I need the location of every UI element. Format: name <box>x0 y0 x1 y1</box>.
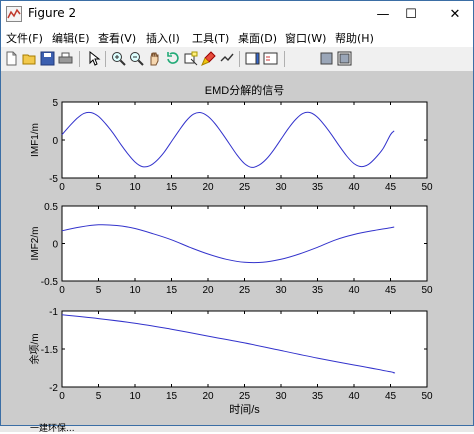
x-tick-label: 25 <box>239 285 251 296</box>
y-axis-label: 余项/m <box>28 333 41 364</box>
emd-plot-svg[interactable]: 0 5 10 15 20 25 30 35 40 45 50-505IMF1/mEMD分解的信号0 5… <box>1 71 473 425</box>
print-icon[interactable] <box>58 51 73 66</box>
zoom-in-icon[interactable] <box>111 51 126 66</box>
toolbar-separator <box>284 51 285 67</box>
x-tick-label: 45 <box>385 391 397 402</box>
save-icon[interactable] <box>40 51 55 66</box>
x-tick-label: 40 <box>348 182 360 193</box>
y-tick-label: 5 <box>52 98 58 109</box>
axes-1 <box>61 101 428 179</box>
x-tick-label: 10 <box>129 391 141 402</box>
x-tick-label: 30 <box>275 285 287 296</box>
title-bar[interactable]: Figure 2 — ☐ ✕ <box>1 1 473 27</box>
y-tick-label: 0 <box>52 240 58 251</box>
menu-tools[interactable]: 工具(T) <box>192 30 229 46</box>
y-tick-label: -0.5 <box>41 277 59 288</box>
hide-plot-tools-icon[interactable] <box>319 51 334 66</box>
x-tick-label: 5 <box>96 285 102 296</box>
x-tick-label: 30 <box>275 182 287 193</box>
x-tick-label: 5 <box>96 391 102 402</box>
x-tick-label: 50 <box>421 285 433 296</box>
pan-hand-icon[interactable] <box>147 51 162 66</box>
figure-canvas: 0 5 10 15 20 25 30 35 40 45 50 -5 0 5 IMF1/m EMD分解的信号 0 5… <box>1 71 473 425</box>
y-axis-label: IMF1/m <box>30 123 41 157</box>
y-tick-label: -5 <box>49 174 58 185</box>
toolbar-separator <box>105 51 106 67</box>
insert-legend-icon[interactable] <box>263 51 278 66</box>
edit-plot-arrow-icon[interactable] <box>86 51 101 66</box>
insert-colorbar-icon[interactable] <box>245 51 260 66</box>
menu-view[interactable]: 查看(V) <box>98 30 136 46</box>
menu-desktop[interactable]: 桌面(D) <box>238 30 277 46</box>
axes-2 <box>61 205 428 282</box>
matlab-figure-icon <box>6 6 22 22</box>
taskbar-strip: 一建环保... <box>0 424 474 434</box>
y-tick-label: -1.5 <box>41 345 59 356</box>
y-tick-label: -2 <box>49 383 58 394</box>
maximize-button[interactable]: ☐ <box>393 1 429 27</box>
x-tick-label: 15 <box>166 285 178 296</box>
chart-title: EMD分解的信号 <box>205 83 284 97</box>
taskbar-item[interactable]: 一建环保... <box>30 421 75 434</box>
x-tick-label: 50 <box>421 182 433 193</box>
x-tick-label: 15 <box>166 391 178 402</box>
x-tick-label: 0 <box>59 182 65 193</box>
data-cursor-icon[interactable] <box>183 51 198 66</box>
y-tick-label: -1 <box>49 307 58 318</box>
open-file-icon[interactable] <box>22 51 37 66</box>
brush-icon[interactable] <box>201 51 216 66</box>
x-tick-label: 45 <box>385 285 397 296</box>
x-tick-label: 40 <box>348 391 360 402</box>
rotate-3d-icon[interactable] <box>165 51 180 66</box>
zoom-out-icon[interactable] <box>129 51 144 66</box>
x-tick-label: 5 <box>96 182 102 193</box>
x-tick-label: 25 <box>239 182 251 193</box>
show-plot-tools-icon[interactable] <box>337 51 352 66</box>
x-axis-label: 时间/s <box>229 403 260 416</box>
x-tick-label: 35 <box>312 391 324 402</box>
window-title: Figure 2 <box>28 6 77 20</box>
y-axis-label: IMF2/m <box>30 227 41 261</box>
menu-edit[interactable]: 编辑(E) <box>52 30 90 46</box>
toolbar-separator <box>79 51 80 67</box>
menu-help[interactable]: 帮助(H) <box>335 30 374 46</box>
menu-insert[interactable]: 插入(I) <box>146 30 180 46</box>
axes-3 <box>61 310 428 388</box>
x-tick-label: 45 <box>385 182 397 193</box>
menu-window[interactable]: 窗口(W) <box>285 30 326 46</box>
menu-file[interactable]: 文件(F) <box>6 30 43 46</box>
x-tick-label: 10 <box>129 285 141 296</box>
close-button[interactable]: ✕ <box>437 1 473 27</box>
new-figure-icon[interactable] <box>4 51 19 66</box>
x-tick-label: 0 <box>59 391 65 402</box>
figure-window: Figure 2 — ☐ ✕ 文件(F) 编辑(E) 查看(V) 插入(I) 工… <box>0 0 474 426</box>
figure-toolbar <box>1 47 473 72</box>
x-tick-label: 20 <box>202 182 214 193</box>
x-tick-label: 25 <box>239 391 251 402</box>
x-tick-label: 15 <box>166 182 178 193</box>
x-tick-label: 35 <box>312 285 324 296</box>
x-tick-label: 30 <box>275 391 287 402</box>
x-tick-label: 35 <box>312 182 324 193</box>
x-tick-label: 20 <box>202 391 214 402</box>
toolbar-separator <box>239 51 240 67</box>
x-tick-label: 50 <box>421 391 433 402</box>
x-tick-label: 0 <box>59 285 65 296</box>
menu-bar: 文件(F) 编辑(E) 查看(V) 插入(I) 工具(T) 桌面(D) 窗口(W… <box>1 27 473 47</box>
y-tick-label: 0 <box>52 136 58 147</box>
x-tick-label: 10 <box>129 182 141 193</box>
y-tick-label: 0.5 <box>44 202 58 213</box>
x-tick-label: 40 <box>348 285 360 296</box>
link-plot-icon[interactable] <box>219 51 234 66</box>
x-tick-label: 20 <box>202 285 214 296</box>
